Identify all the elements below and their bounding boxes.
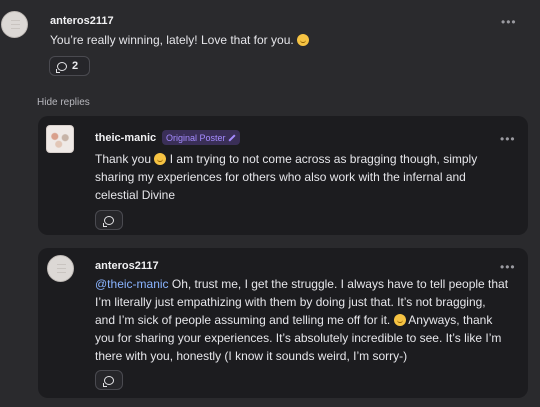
reply-line-2: I’m literally just empathizing with them…	[95, 295, 486, 309]
reply-card-2: anteros2117 ••• @theic-manic Oh, trust m…	[38, 248, 528, 398]
comment-username[interactable]: anteros2117	[50, 15, 114, 27]
reply-line-4: you for sharing your experiences. It’s a…	[95, 331, 502, 345]
avatar-placeholder-icon	[57, 264, 66, 275]
reply-text: @theic-manic Oh, trust me, I get the str…	[95, 275, 525, 365]
reply-line-2: sharing my experiences for others who al…	[95, 170, 466, 184]
reply-button[interactable]	[95, 370, 123, 390]
reply-text: Thank you I am trying to not come across…	[95, 150, 523, 204]
avatar[interactable]	[47, 255, 74, 282]
comment-bubble-icon	[103, 215, 114, 227]
text-segment: I am trying to not come across as braggi…	[166, 152, 478, 166]
comment-bubble-icon	[56, 61, 67, 73]
comment-bubble-icon	[103, 375, 114, 387]
more-options-icon[interactable]: •••	[500, 132, 516, 146]
reply-line-3: and I’m sick of people assuming and tell…	[95, 311, 525, 329]
reply-line-1: @theic-manic Oh, trust me, I get the str…	[95, 275, 525, 293]
text-segment: Anyways, thank	[405, 313, 493, 327]
text-segment: Oh, trust me, I get the struggle. I alwa…	[168, 277, 509, 291]
comment-top: anteros2117 ••• You’re really winning, l…	[0, 0, 540, 90]
replies-count-button[interactable]: 2	[49, 56, 90, 76]
original-poster-badge: Original Poster	[162, 130, 240, 145]
reply-button[interactable]	[95, 210, 123, 230]
smiling-face-icon	[154, 153, 167, 165]
text-segment: Thank you	[95, 152, 152, 166]
badge-label: Original Poster	[166, 132, 226, 143]
reply-line-3: celestial Divine	[95, 188, 176, 202]
pencil-icon	[229, 134, 236, 141]
more-options-icon[interactable]: •••	[500, 260, 516, 274]
comment-text: You’re really winning, lately! Love that…	[50, 31, 310, 49]
avatar[interactable]	[1, 11, 28, 38]
user-mention-link[interactable]: @theic-manic	[95, 277, 169, 291]
text-segment: and I’m sick of people assuming and tell…	[95, 313, 391, 327]
hide-replies-link[interactable]: Hide replies	[37, 97, 90, 108]
reply-username[interactable]: anteros2117	[95, 260, 159, 272]
grinning-face-icon	[297, 34, 310, 46]
grinning-face-icon	[393, 314, 406, 326]
avatar-placeholder-icon	[11, 20, 20, 31]
comment-body: You’re really winning, lately! Love that…	[50, 33, 294, 47]
reply-card-1: theic-manic Original Poster ••• Thank yo…	[38, 116, 528, 235]
reply-username[interactable]: theic-manic	[95, 132, 156, 144]
reply-line-5: there with you, honestly (I know it soun…	[95, 349, 408, 363]
avatar[interactable]	[46, 125, 74, 153]
reply-line-1: Thank you I am trying to not come across…	[95, 150, 523, 168]
reply-count: 2	[72, 60, 79, 72]
more-options-icon[interactable]: •••	[501, 15, 517, 29]
